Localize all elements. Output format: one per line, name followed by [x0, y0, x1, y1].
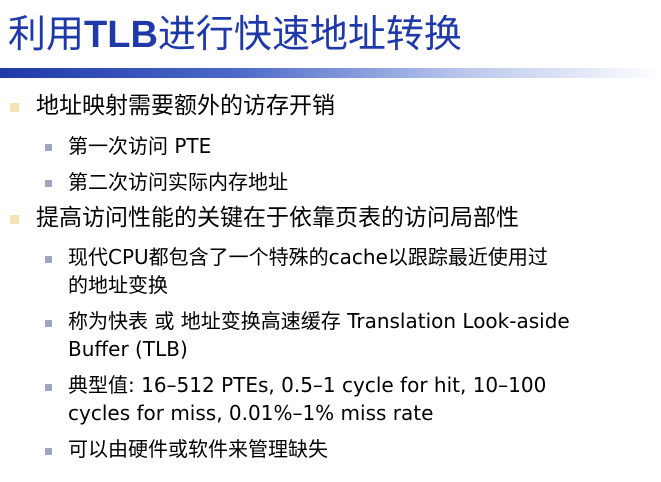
title-part-tlb: TLB — [84, 14, 158, 56]
bullet-square-icon — [10, 103, 19, 112]
sub-bullet-text-line-1: 称为快表 或 地址变换高速缓存 Translation Look-aside — [68, 309, 570, 333]
sub-bullet-text-line-2: Buffer (TLB) — [68, 337, 188, 361]
sub-bullet-square-icon — [45, 384, 52, 391]
title-part-1: 利用 — [8, 12, 85, 56]
sub-bullet-square-icon — [45, 180, 52, 187]
bullet-square-icon — [10, 215, 19, 224]
sub-bullet-text-line-1: 现代CPU都包含了一个特殊的cache以跟踪最近使用过 — [68, 245, 548, 269]
sub-bullet-text: 第一次访问 PTE — [68, 134, 212, 158]
title-underline-bar — [0, 68, 661, 78]
bullet-text: 提高访问性能的关键在于依靠页表的访问局部性 — [36, 205, 519, 231]
sub-bullet-text: 第二次访问实际内存地址 — [68, 170, 288, 194]
sub-bullet-text-line-2: 的地址变换 — [68, 273, 168, 297]
slide-title: 利用TLB进行快速地址转换 — [8, 8, 462, 61]
bullet-text: 地址映射需要额外的访存开销 — [36, 93, 335, 119]
sub-bullet-text-line-2: cycles for miss, 0.01%–1% miss rate — [68, 401, 434, 425]
title-part-2: 进行快速地址转换 — [157, 12, 462, 56]
sub-bullet-text-line-1: 典型值: 16–512 PTEs, 0.5–1 cycle for hit, 1… — [68, 373, 547, 397]
sub-bullet-text: 可以由硬件或软件来管理缺失 — [68, 437, 328, 461]
sub-bullet-square-icon — [45, 448, 52, 455]
sub-bullet-square-icon — [45, 256, 52, 263]
slide: 利用TLB进行快速地址转换 地址映射需要额外的访存开销 第一次访问 PTE 第二… — [0, 0, 661, 482]
sub-bullet-square-icon — [45, 320, 52, 327]
sub-bullet-square-icon — [45, 144, 52, 151]
